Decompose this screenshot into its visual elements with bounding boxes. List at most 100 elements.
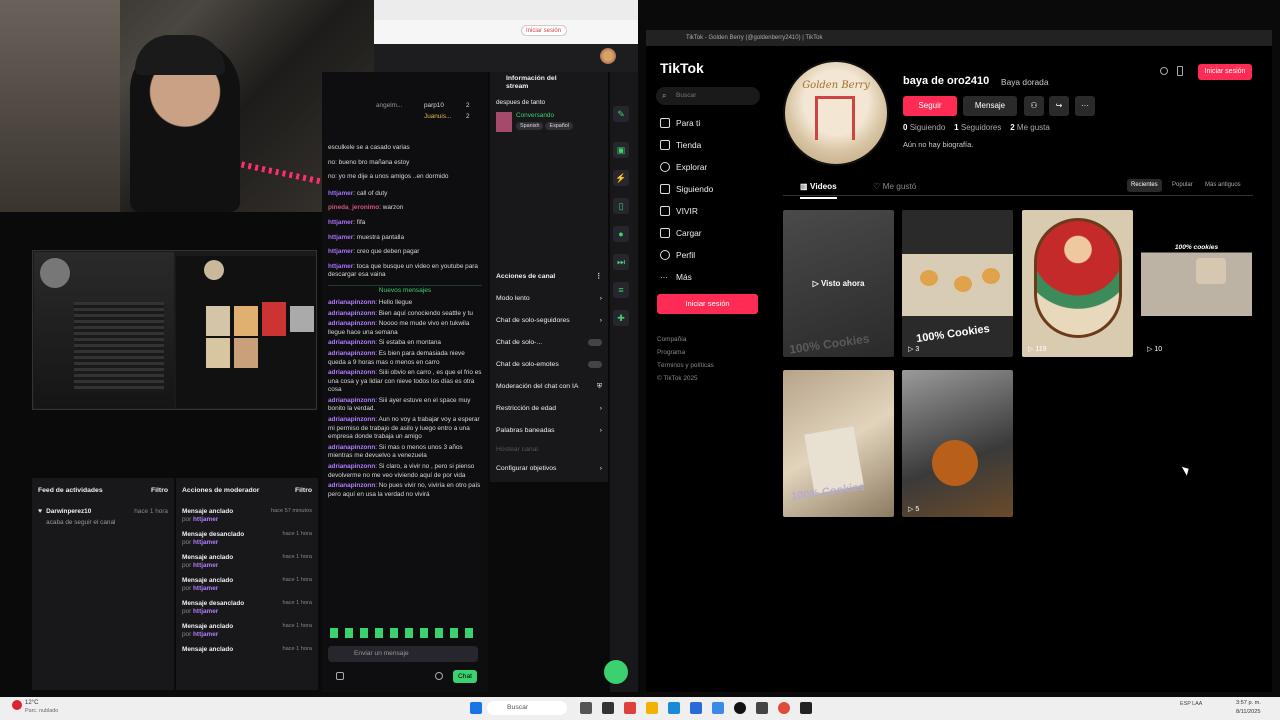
- stream-tag[interactable]: Spanish: [516, 122, 544, 131]
- tiktok-search-input[interactable]: Buscar: [656, 87, 760, 105]
- right-rail: [610, 72, 638, 692]
- action-ai-moderation[interactable]: Moderación del chat con IA ⛨: [496, 375, 602, 397]
- clock-date[interactable]: 8/11/2025: [1236, 709, 1260, 715]
- windows-start-icon[interactable]: [470, 702, 482, 714]
- video-thumbnail[interactable]: ▷ Visto ahora 100% Cookies: [783, 210, 894, 357]
- taskbar-search[interactable]: Buscar: [487, 701, 567, 715]
- mod-filter-button[interactable]: Filtro: [295, 487, 312, 494]
- obs-icon[interactable]: [800, 702, 812, 714]
- nav-following[interactable]: Siguiendo: [660, 182, 713, 196]
- weather-icon[interactable]: [12, 700, 22, 710]
- message-button[interactable]: Mensaje: [963, 96, 1017, 116]
- clock-time[interactable]: 3:57 p. m.: [1236, 700, 1261, 706]
- more-icon: ···: [660, 272, 668, 282]
- app-icon[interactable]: [602, 702, 614, 714]
- action-slow-mode[interactable]: Modo lento ›: [496, 287, 602, 309]
- feed-user[interactable]: Darwinperez10: [46, 508, 130, 517]
- settings-icon[interactable]: [435, 672, 443, 680]
- refresh-icon[interactable]: [604, 660, 628, 684]
- login-link[interactable]: Iniciar sesión: [521, 25, 567, 36]
- chat-send-button[interactable]: Chat: [453, 670, 477, 683]
- follow-button[interactable]: Seguir: [903, 96, 957, 116]
- action-banned-words[interactable]: Palabras baneadas ›: [496, 419, 602, 441]
- action-age-restriction[interactable]: Restricción de edad ›: [496, 397, 602, 419]
- footer-terms[interactable]: Términos y políticas: [657, 362, 714, 369]
- edge-icon[interactable]: [668, 702, 680, 714]
- message-icon[interactable]: ●: [613, 226, 629, 242]
- toggle[interactable]: [588, 338, 602, 346]
- sort-popular[interactable]: Popular: [1168, 179, 1197, 192]
- list-icon[interactable]: ≡: [613, 282, 629, 298]
- user-avatar[interactable]: [600, 48, 616, 64]
- nav-live[interactable]: VIVIR: [660, 204, 698, 218]
- video-thumbnail[interactable]: 100% Cookies: [783, 370, 894, 517]
- nav-shop[interactable]: Tienda: [660, 138, 701, 152]
- tiktok-window-titlebar: TikTok - Golden Berry (@goldenberry2410)…: [646, 30, 1272, 46]
- tab-liked[interactable]: ♡ Me gustó: [873, 181, 916, 191]
- action-followers-only[interactable]: Chat de solo-seguidores ›: [496, 309, 602, 331]
- edit-icon[interactable]: ✎: [613, 106, 629, 122]
- folder-icon[interactable]: [646, 702, 658, 714]
- skip-icon[interactable]: ⏭: [613, 254, 629, 270]
- action-goals[interactable]: Configurar objetivos ›: [496, 457, 602, 479]
- stream-category[interactable]: Conversando: [516, 112, 575, 121]
- sort-oldest[interactable]: Más antiguos: [1201, 179, 1245, 192]
- lang-indicator[interactable]: ESP LAA: [1180, 701, 1202, 707]
- cap: [135, 35, 225, 75]
- chrome-icon[interactable]: [778, 702, 790, 714]
- nav-upload[interactable]: Cargar: [660, 226, 702, 240]
- chat-header-user: angelm...: [376, 102, 403, 109]
- clip-icon[interactable]: ▣: [613, 142, 629, 158]
- share-icon[interactable]: ↪: [1049, 96, 1069, 116]
- feed-filter-button[interactable]: Filtro: [151, 487, 168, 494]
- task-view-icon[interactable]: [580, 702, 592, 714]
- chat-message: pineda_jeronimo: warzon: [328, 204, 404, 212]
- feed-time: hace 1 hora: [134, 508, 168, 515]
- emote-bar[interactable]: [330, 628, 480, 638]
- footer-program[interactable]: Programa: [657, 349, 685, 356]
- tiktok-icon[interactable]: [734, 702, 746, 714]
- feed-header: Feed de actividades: [38, 486, 103, 494]
- tiktok-logo[interactable]: TikTok: [660, 60, 704, 76]
- chat-input[interactable]: Enviar un mensaje: [328, 646, 478, 662]
- more-options-icon[interactable]: ···: [1075, 96, 1095, 116]
- gift-icon[interactable]: [336, 672, 344, 680]
- footer-copyright: © TikTok 2025: [657, 375, 698, 382]
- add-friend-icon[interactable]: ⚇: [1024, 96, 1044, 116]
- chat-user-1: parp10: [424, 102, 444, 109]
- nav-more[interactable]: ··· Más: [660, 270, 692, 284]
- channel-actions-panel: Acciones de canal ⋮ Modo lento › Chat de s…: [490, 262, 608, 482]
- wrench-icon[interactable]: ✚: [613, 310, 629, 326]
- coin-icon[interactable]: [1160, 67, 1168, 75]
- tab-videos[interactable]: ▥ Videos: [800, 181, 837, 199]
- app-icon[interactable]: [756, 702, 768, 714]
- browser-tabbar: [374, 0, 638, 20]
- sort-recent[interactable]: Recientes: [1127, 179, 1162, 192]
- chat-message: no: bueno bro mañana estoy: [328, 158, 410, 166]
- sidebar-login-button[interactable]: Iniciar sesión: [657, 294, 758, 314]
- action-emote-only[interactable]: Chat de solo-emotes: [496, 353, 602, 375]
- app-icon[interactable]: [690, 702, 702, 714]
- profile-icon: [660, 250, 670, 260]
- stream-info-panel: Información del stream despues de tanto …: [490, 72, 608, 262]
- mod-actions-panel: Acciones de moderador Filtro Mensaje ancl…: [176, 478, 318, 690]
- phone-icon[interactable]: ▯: [613, 198, 629, 214]
- app-icon[interactable]: [712, 702, 724, 714]
- app-icon[interactable]: [624, 702, 636, 714]
- nav-profile[interactable]: Perfil: [660, 248, 695, 262]
- video-thumbnail[interactable]: ▷ 5: [902, 370, 1013, 517]
- action-sub-only[interactable]: Chat de solo-...: [496, 331, 602, 353]
- bolt-icon[interactable]: ⚡: [613, 170, 629, 186]
- footer-company[interactable]: Compañía: [657, 336, 687, 343]
- video-thumbnail[interactable]: ▷ 119: [1022, 210, 1133, 357]
- toggle[interactable]: [588, 360, 602, 368]
- stream-tag[interactable]: Español: [545, 122, 573, 131]
- nav-explore[interactable]: Explorar: [660, 160, 707, 174]
- device-icon[interactable]: [1177, 66, 1183, 76]
- category-thumbnail: [496, 111, 512, 132]
- nav-for-you[interactable]: Para ti: [660, 116, 700, 130]
- video-thumbnail[interactable]: 100% Cookies ▷ 3: [902, 210, 1013, 357]
- profile-username: baya de oro2410: [903, 75, 990, 87]
- video-thumbnail[interactable]: 100% cookies ▷ 10: [1141, 210, 1252, 357]
- top-login-button[interactable]: Iniciar sesión: [1198, 64, 1252, 80]
